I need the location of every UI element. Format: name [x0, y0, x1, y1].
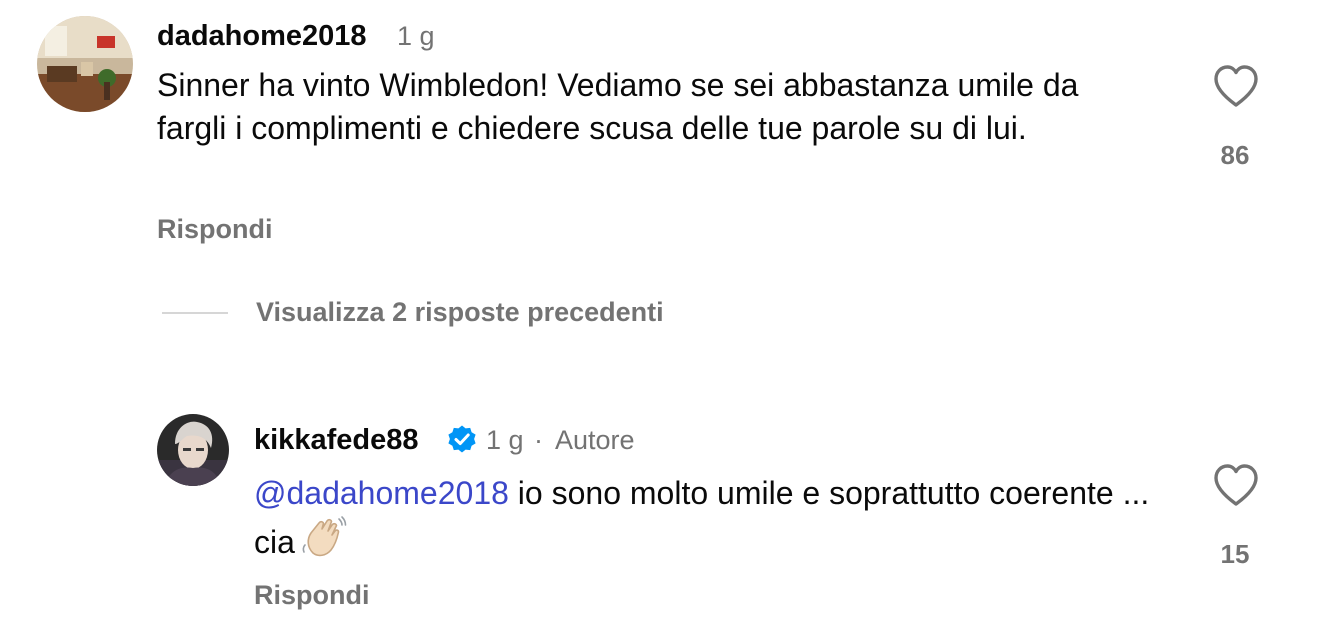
reply-text-block: @dadahome2018 io sono molto umile e sopr… [254, 472, 1174, 570]
comment-like-count: 86 [1220, 140, 1250, 170]
verified-badge-icon [446, 424, 478, 456]
user-mention-link[interactable]: @dadahome2018 [254, 475, 509, 511]
replies-divider-line [162, 312, 228, 314]
comment-username[interactable]: dadahome2018 [157, 20, 367, 53]
comment-time: 1 g [397, 21, 435, 51]
reply-time: 1 g [486, 425, 524, 455]
reply-reply-button[interactable]: Rispondi [254, 580, 370, 611]
reply-username[interactable]: kikkafede88 [254, 424, 418, 457]
avatar-kikkafede88[interactable] [157, 414, 229, 486]
avatar-dadahome2018[interactable] [37, 16, 133, 112]
meta-separator: · [534, 425, 543, 455]
heart-icon[interactable] [1212, 463, 1260, 507]
heart-icon[interactable] [1212, 64, 1260, 108]
reply-like-count: 15 [1220, 539, 1250, 569]
author-badge: Autore [555, 425, 635, 455]
view-previous-replies-button[interactable]: Visualizza 2 risposte precedenti [256, 297, 664, 328]
comment-reply-button[interactable]: Rispondi [157, 214, 273, 245]
waving-hand-icon [301, 515, 347, 570]
comment-text: Sinner ha vinto Wimbledon! Vediamo se se… [157, 67, 1079, 146]
